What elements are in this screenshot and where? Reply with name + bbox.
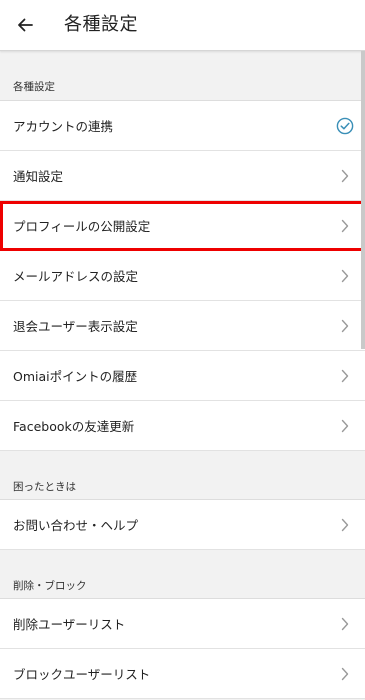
back-button[interactable]: [6, 6, 44, 44]
deleted-users-list-item[interactable]: 削除ユーザーリスト: [0, 599, 365, 649]
check-circle-icon: [333, 101, 357, 150]
facebook-friends-update-label: Facebookの友達更新: [13, 419, 135, 434]
chevron-right-icon: [333, 301, 357, 350]
email-settings-item[interactable]: メールアドレスの設定: [0, 251, 365, 301]
section-header-settings: 各種設定: [13, 81, 55, 93]
chevron-right-icon: [333, 251, 357, 300]
app-bar: 各種設定: [0, 0, 365, 51]
chevron-right-icon: [333, 201, 357, 250]
facebook-friends-update-item[interactable]: Facebookの友達更新: [0, 401, 365, 451]
notification-settings-item[interactable]: 通知設定: [0, 151, 365, 201]
account-link-item[interactable]: アカウントの連携: [0, 101, 365, 151]
settings-group: アカウントの連携 通知設定 プロフィールの公開設定 メールアドレスの設定 退会ユ…: [0, 100, 365, 451]
point-history-item[interactable]: Omiaiポイントの履歴: [0, 351, 365, 401]
scrollbar[interactable]: [361, 51, 365, 349]
blocked-users-list-item[interactable]: ブロックユーザーリスト: [0, 649, 365, 699]
chevron-right-icon: [333, 351, 357, 400]
contact-help-label: お問い合わせ・ヘルプ: [13, 518, 139, 533]
settings-list[interactable]: 各種設定 アカウントの連携 通知設定 プロフィールの公開設定 メールアドレスの設…: [0, 51, 365, 700]
chevron-right-icon: [333, 599, 357, 648]
chevron-right-icon: [333, 500, 357, 549]
withdrawn-user-display-label: 退会ユーザー表示設定: [13, 319, 138, 334]
contact-help-item[interactable]: お問い合わせ・ヘルプ: [0, 500, 365, 550]
chevron-right-icon: [333, 649, 357, 698]
page-title: 各種設定: [64, 14, 138, 35]
blocked-users-list-label: ブロックユーザーリスト: [13, 667, 151, 682]
point-history-label: Omiaiポイントの履歴: [13, 369, 138, 384]
delete-block-group: 削除ユーザーリスト ブロックユーザーリスト: [0, 598, 365, 699]
profile-visibility-label: プロフィールの公開設定: [13, 219, 151, 234]
help-group: お問い合わせ・ヘルプ: [0, 499, 365, 550]
email-settings-label: メールアドレスの設定: [13, 269, 139, 284]
withdrawn-user-display-item[interactable]: 退会ユーザー表示設定: [0, 301, 365, 351]
section-header-help: 困ったときは: [13, 481, 76, 493]
chevron-right-icon: [333, 151, 357, 200]
chevron-right-icon: [333, 401, 357, 450]
arrow-left-icon: [18, 18, 33, 32]
section-header-delete-block: 削除・ブロック: [13, 580, 87, 592]
notification-settings-label: 通知設定: [13, 169, 64, 184]
account-link-label: アカウントの連携: [13, 119, 114, 134]
deleted-users-list-label: 削除ユーザーリスト: [13, 617, 126, 632]
profile-visibility-item[interactable]: プロフィールの公開設定: [0, 201, 365, 251]
